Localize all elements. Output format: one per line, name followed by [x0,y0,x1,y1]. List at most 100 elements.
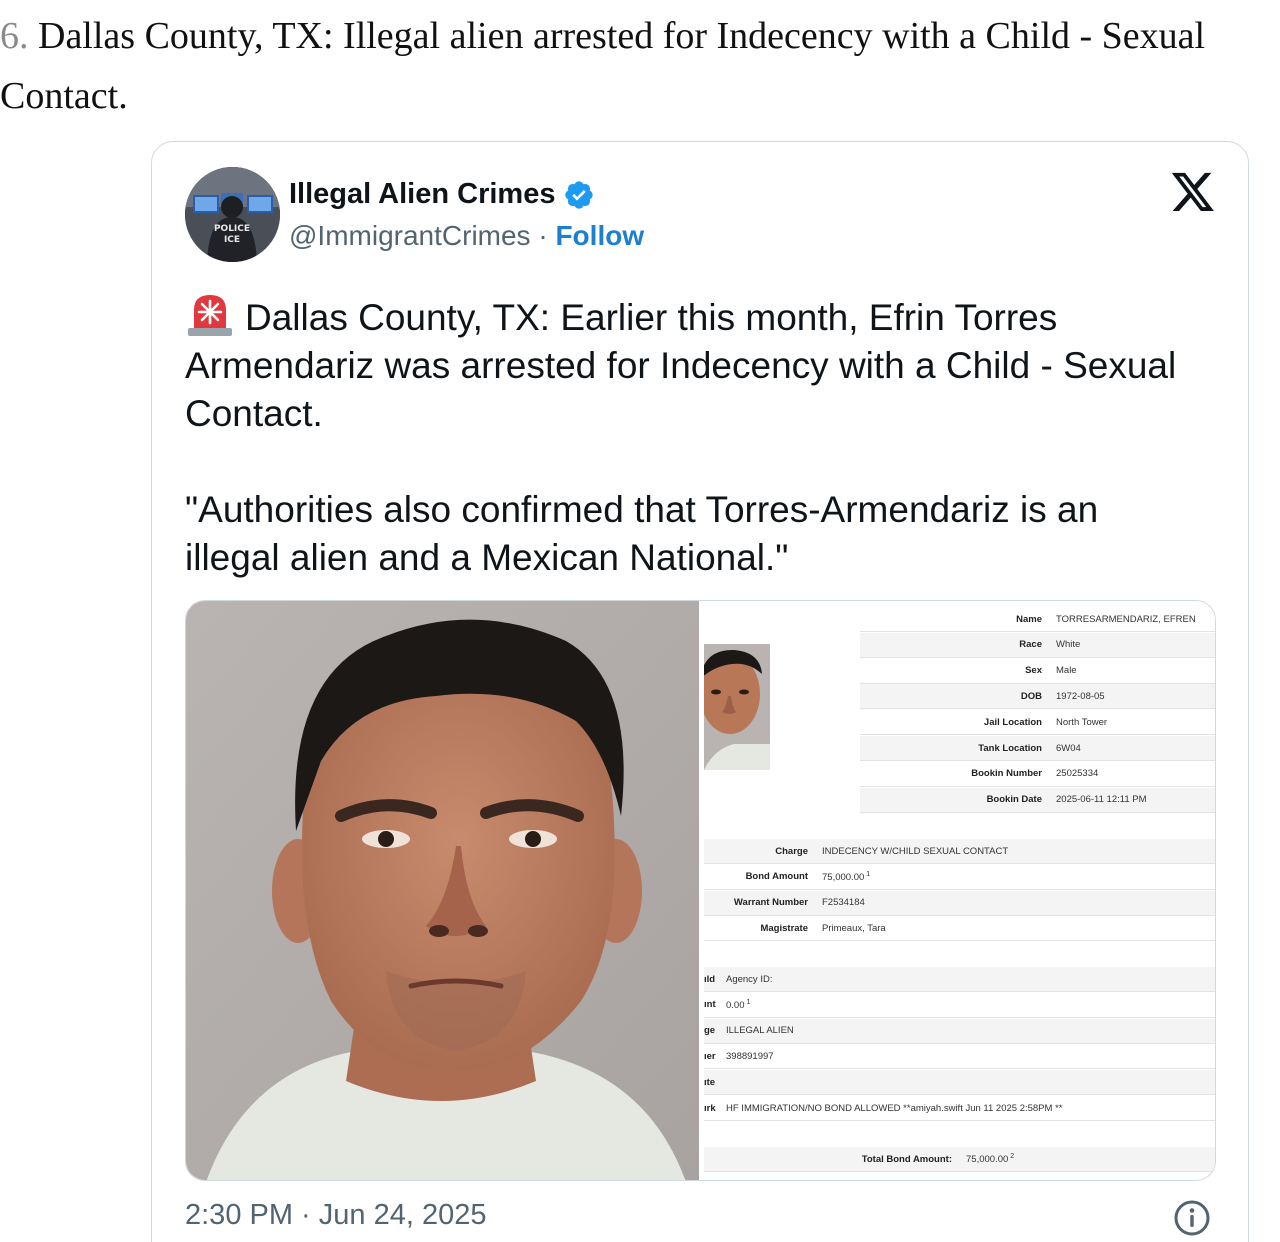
record-row-hold: ınt 0.00 1 [704,993,1215,1018]
record-row-hold: ge ILLEGAL ALIEN [704,1018,1215,1044]
record-footnote: 2 [1008,1152,1015,1160]
record-value-text: 398891997 [726,1050,774,1062]
record-value-text: Male [1056,665,1077,677]
total-bond-value-text: 75,000.00 [966,1154,1009,1166]
record-value: Primeaux, Tara [816,923,886,934]
record-value: 6W04 [1050,743,1081,754]
record-value-text: 2025-06-11 12:11 PM [1056,794,1147,806]
record-value: 75,000.00 1 [816,871,870,883]
siren-emoji-icon [185,290,235,336]
follow-button[interactable]: Follow [555,220,644,251]
record-label: Sex [1025,665,1042,677]
record-value: ILLEGAL ALIEN [720,1025,794,1036]
record-value: Agency ID: [720,974,772,985]
mugshot-photo[interactable] [186,601,699,1180]
record-label: ırk [704,1102,716,1114]
record-label: Bond Amount [745,871,808,883]
record-value-text: Agency ID: [726,973,773,985]
record-label: Charge [775,845,808,857]
heading-text: Dallas County, TX: Illegal alien arreste… [38,15,1206,57]
record-row-charge: Warrant Number F2534184 [704,890,1215,916]
record-footnote: 1 [744,998,751,1006]
record-label: Jail Location [983,716,1042,728]
record-label: ge [704,1025,716,1037]
record-row-charge: Charge INDECENCY W/CHILD SEXUAL CONTACT [704,839,1215,864]
record-row-person: Race White [860,632,1215,658]
x-logo-icon[interactable] [1170,170,1216,214]
article-heading: 6. Dallas County, TX: Illegal alien arre… [0,6,1280,126]
svg-text:ICE: ICE [224,235,240,245]
embedded-tweet[interactable]: POLICE ICE Illegal Alien Crimes @Immigra… [151,141,1249,1242]
booking-record: Name TORRESARMENDARIZ, EFREN Race White Sex M… [700,601,1215,1180]
record-row-person: Sex Male [860,659,1215,684]
record-value: White [1050,639,1080,650]
author-handle[interactable]: @ImmigrantCrimes [289,220,531,251]
record-row-person: DOB 1972-08-05 [860,684,1215,710]
record-value: 2025-06-11 12:11 PM [1050,794,1147,805]
record-label: DOB [1020,690,1042,702]
avatar[interactable]: POLICE ICE [185,167,280,262]
record-value-text: ILLEGAL ALIEN [726,1025,794,1037]
tweet-paragraph-1: Dallas County, TX: Earlier this month, E… [185,290,1195,438]
info-icon[interactable] [1173,1199,1211,1237]
tweet-paragraph-2: "Authorities also confirmed that Torres-… [185,489,1099,578]
record-row-person: Name TORRESARMENDARIZ, EFREN [860,607,1215,632]
record-value: INDECENCY W/CHILD SEXUAL CONTACT [816,846,1008,857]
record-value-text: 0.00 [726,999,745,1011]
record-value: 1972-08-05 [1050,691,1105,702]
record-value-text: 75,000.00 [822,871,865,883]
svg-text:POLICE: POLICE [214,224,250,234]
record-value-text: 1972-08-05 [1056,690,1105,702]
tweet-paragraph-1-text: Dallas County, TX: Earlier this month, E… [185,297,1177,434]
heading-line-1: 6. Dallas County, TX: Illegal alien arre… [0,6,1280,66]
total-bond-label: Total Bond Amount: [861,1153,952,1165]
tweet-timestamp[interactable]: 2:30 PM · Jun 24, 2025 [185,1199,486,1232]
record-value: 25025334 [1050,768,1098,779]
record-label: ıer [704,1050,716,1062]
record-row-person: Bookin Number 25025334 [860,762,1215,787]
record-value-text: 6W04 [1056,742,1081,754]
record-row-hold: ıte [704,1070,1215,1096]
record-value: HF IMMIGRATION/NO BOND ALLOWED **amiyah.… [720,1103,1062,1114]
record-value-text: HF IMMIGRATION/NO BOND ALLOWED **amiyah.… [726,1102,1063,1114]
record-value-text: TORRESARMENDARIZ, EFREN [1056,613,1196,625]
record-label: ıld [704,973,716,985]
verified-badge-icon [563,179,595,211]
record-row-charge: Bond Amount 75,000.00 1 [704,865,1215,890]
total-bond-value: 75,000.00 2 [960,1153,1014,1165]
booking-thumbnail [700,644,770,770]
record-row-hold: ıer 398891997 [704,1044,1215,1070]
record-value-text: Primeaux, Tara [822,922,886,934]
record-label: Magistrate [760,922,808,934]
record-row-charge: Magistrate Primeaux, Tara [704,916,1215,942]
record-row-person: Bookin Date 2025-06-11 12:11 PM [860,787,1215,813]
record-value: 0.00 1 [720,999,750,1011]
record-label: Race [1019,639,1042,651]
heading-text-continued: Contact. [0,75,128,117]
author-handle-line: @ImmigrantCrimes · Follow [289,220,644,252]
record-value: Male [1050,665,1077,676]
record-value: F2534184 [816,897,865,908]
record-value-text: 25025334 [1056,768,1099,780]
record-row-hold: ırk HF IMMIGRATION/NO BOND ALLOWED **amiy… [704,1096,1215,1121]
record-label: Tank Location [978,742,1042,754]
record-value-text: INDECENCY W/CHILD SEXUAL CONTACT [822,845,1009,857]
author-name-text: Illegal Alien Crimes [289,178,556,210]
separator: · [538,220,548,251]
record-label: ınt [704,999,716,1011]
record-footnote: 1 [864,870,871,878]
record-row-person: Jail Location North Tower [860,710,1215,736]
tweet-media[interactable]: Name TORRESARMENDARIZ, EFREN Race White Sex M… [185,600,1216,1181]
record-value-text: North Tower [1056,716,1108,728]
record-value-text: White [1056,639,1081,651]
record-row-person: Tank Location 6W04 [860,736,1215,761]
tweet-body: Dallas County, TX: Earlier this month, E… [185,290,1195,582]
record-value: 398891997 [720,1051,774,1062]
author-name[interactable]: Illegal Alien Crimes [289,178,595,211]
record-label: Bookin Date [986,794,1042,806]
record-label: Name [1016,613,1042,625]
record-label: Bookin Number [971,768,1042,780]
record-row-hold: ıld Agency ID: [704,967,1215,992]
record-value: TORRESARMENDARIZ, EFREN [1050,614,1196,625]
record-label: ıte [704,1076,716,1088]
